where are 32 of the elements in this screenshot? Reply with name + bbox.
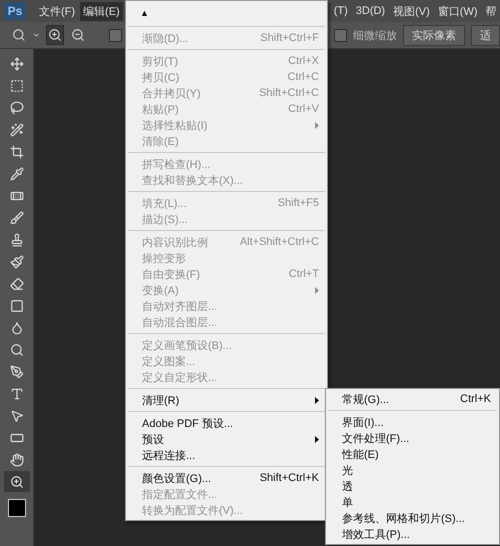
menu-item[interactable]: 性能(E) [326,446,499,462]
zoom-tool-icon [12,27,26,43]
menu-item[interactable]: 单 [326,494,499,510]
menu-item[interactable]: 常规(G)... Ctrl+K [326,391,499,407]
zoom-in-button[interactable] [46,25,64,45]
option-button[interactable]: 适 [471,24,500,46]
zoom-tool-icon[interactable] [4,471,30,492]
menu-item[interactable]: 透 [326,478,499,494]
menu-item[interactable]: 清理(R) [126,392,327,408]
checkbox-label: 细微缩放 [353,28,397,42]
checkbox[interactable] [109,28,122,42]
checkbox[interactable] [334,28,347,42]
menu-bar-item[interactable]: 文件(F) [36,2,78,20]
menu-bar-item[interactable]: 窗口(W) [434,2,480,20]
scroll-up-arrow[interactable]: ▲ [126,3,327,23]
menu-item[interactable]: 界面(I)... [326,414,499,430]
menu-bar-item[interactable]: 视图(V) [390,2,433,20]
menu-bar-item[interactable]: 3D(D) [352,3,388,19]
menu-item[interactable]: 预设 [126,431,327,447]
menu-item[interactable]: 光 [326,462,499,478]
menu-bar-item[interactable]: (T) [330,3,351,19]
menu-bar-item[interactable]: 帮 [482,2,500,20]
menu-item[interactable]: Adobe PDF 预设... [126,415,327,431]
menu-item[interactable]: 参考线、网格和切片(S)... [326,510,499,526]
menu-item[interactable]: 增效工具(P)... [326,526,499,542]
menu-item[interactable]: 文件处理(F)... [326,430,499,446]
menu-item[interactable]: 远程连接... [126,447,327,463]
app-logo: Ps [4,2,26,20]
menu-bar-item[interactable]: 编辑(E) [80,2,123,20]
color-swatch[interactable] [8,499,26,517]
menu-item[interactable]: 颜色设置(G)... Shift+Ctrl+K [126,470,327,486]
option-button[interactable]: 实际像素 [403,24,465,46]
